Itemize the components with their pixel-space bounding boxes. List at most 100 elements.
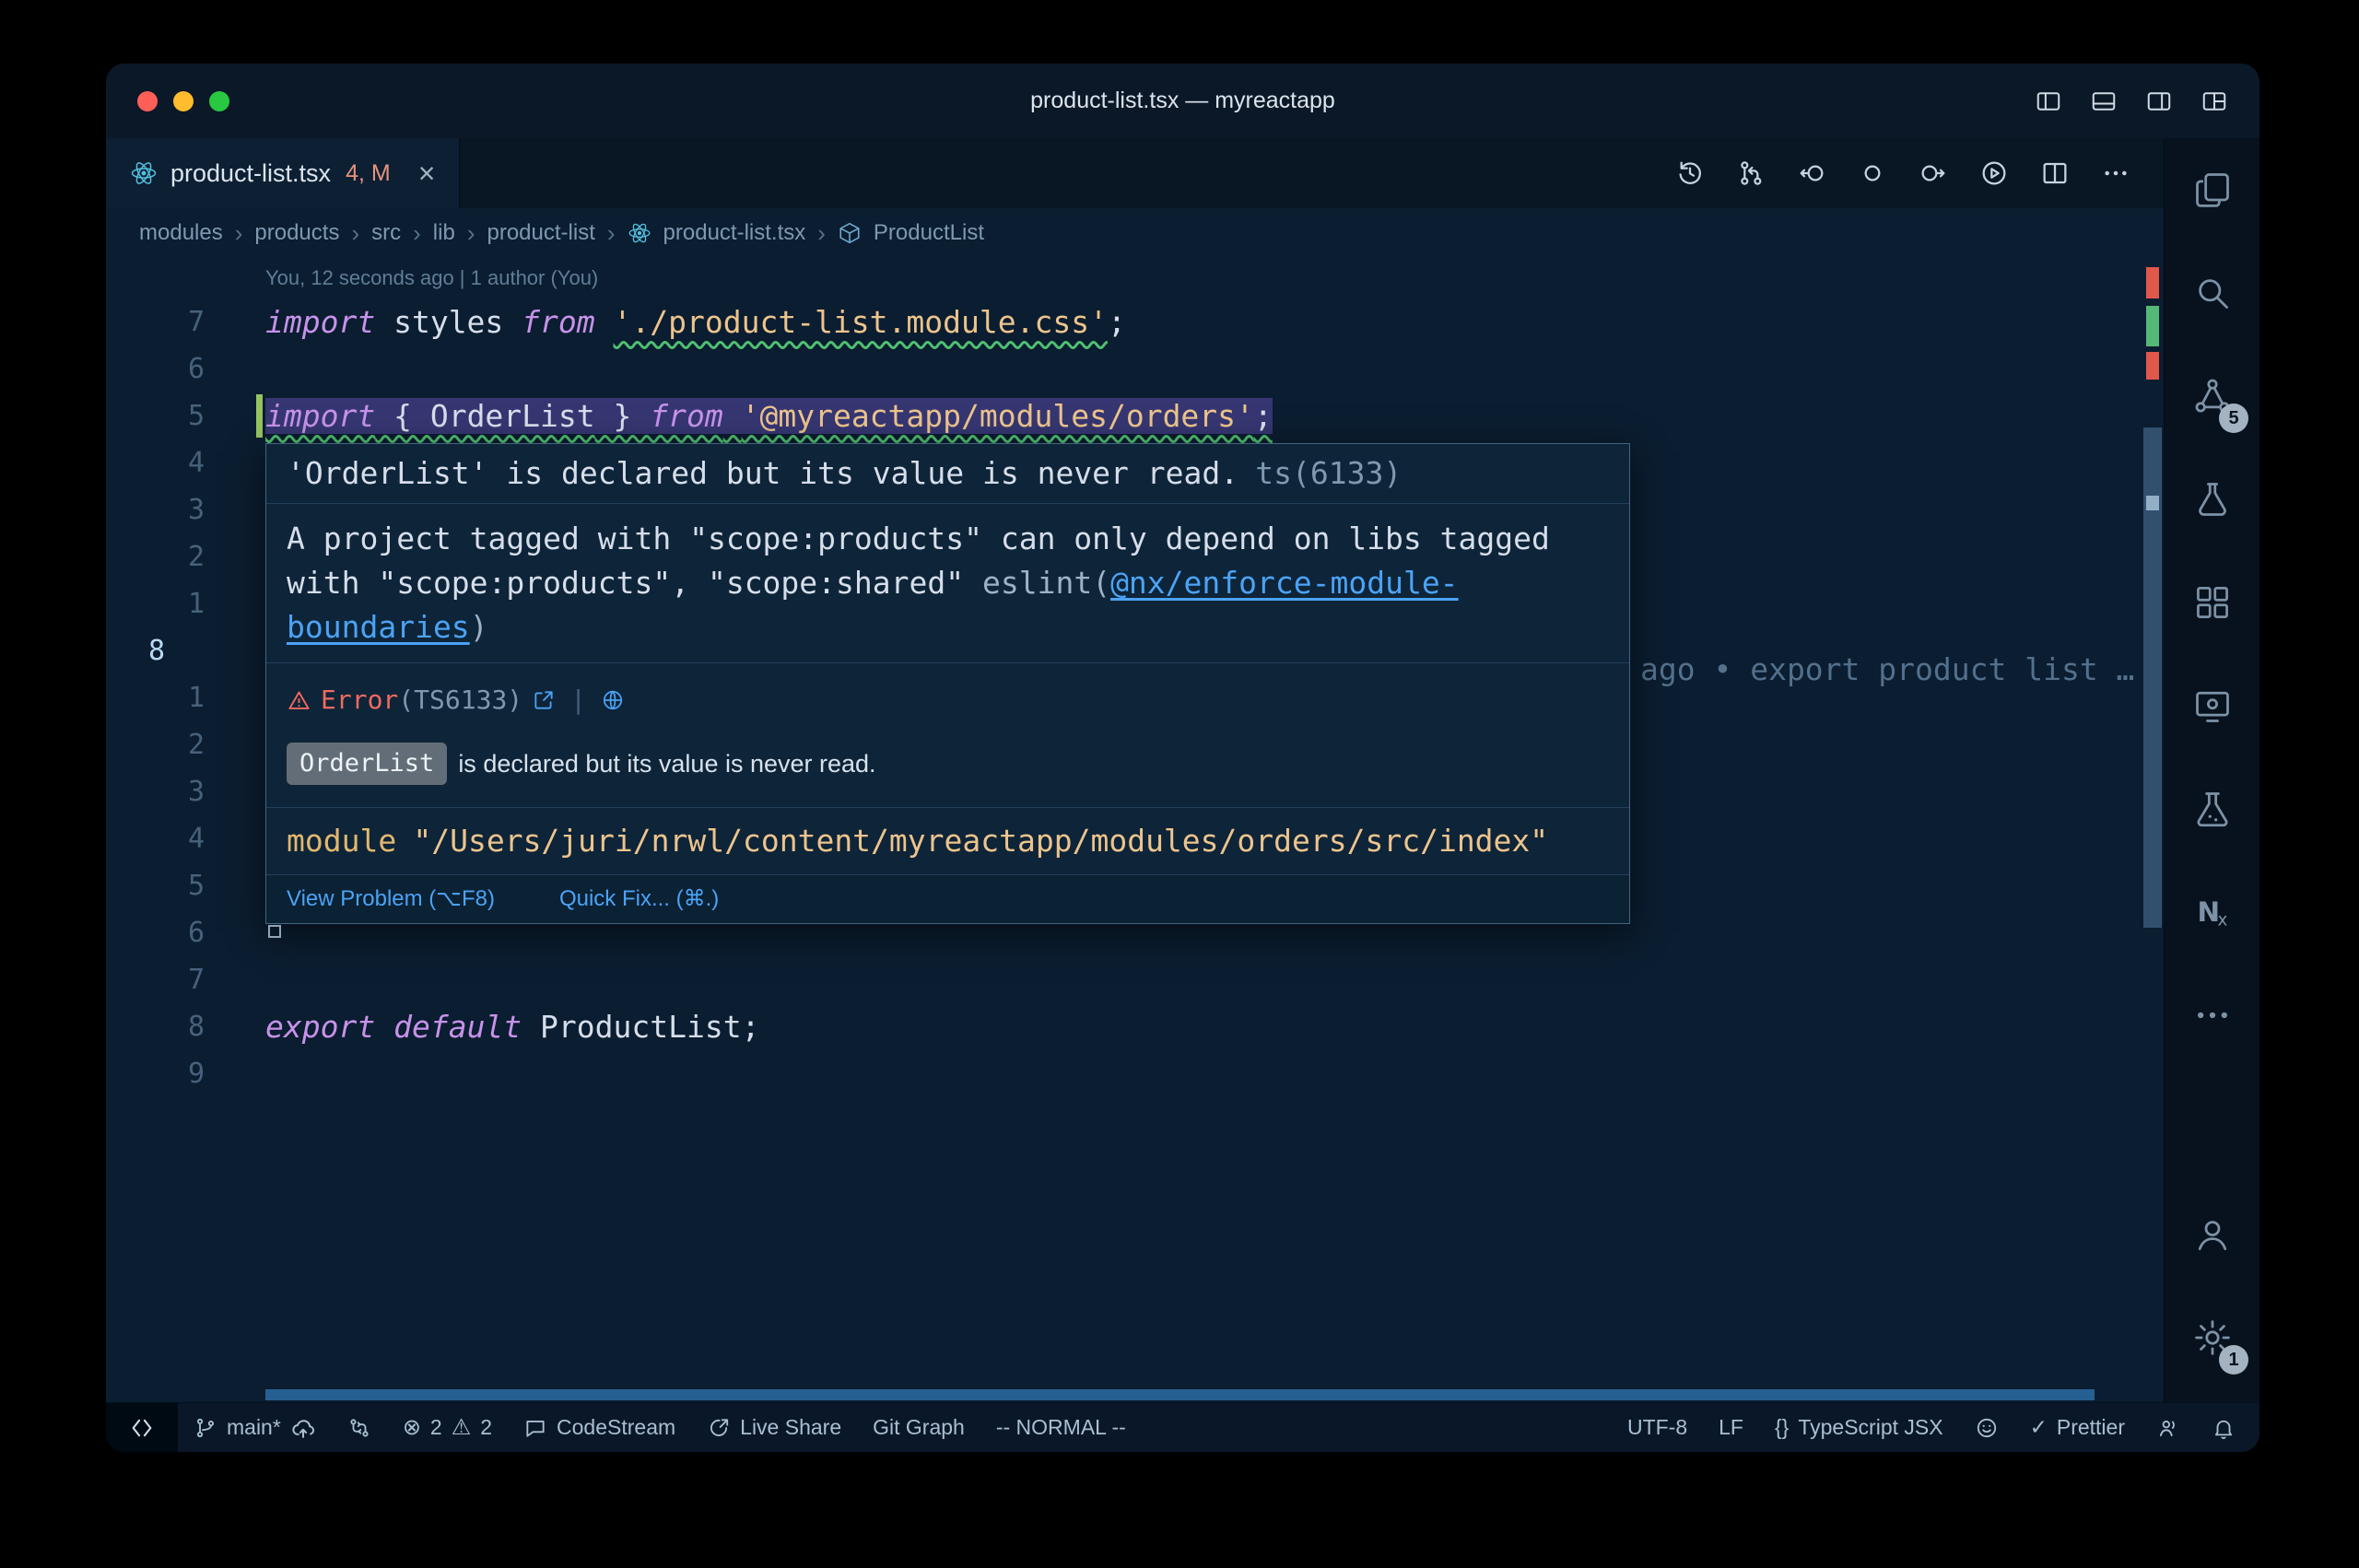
prettier-status[interactable]: ✓ Prettier [2014,1403,2141,1452]
line-number[interactable]: 3 [106,494,265,526]
remote-icon [129,1415,155,1441]
breadcrumb-item[interactable]: ProductList [874,220,984,246]
toggle-secondary-sidebar-icon[interactable] [2145,88,2173,115]
tab-product-list[interactable]: product-list.tsx 4, M × [106,138,460,208]
split-editor-icon[interactable] [2040,158,2070,188]
react-file-icon [628,221,651,245]
activity-search[interactable] [2165,241,2259,345]
activity-graph[interactable]: 5 [2165,345,2259,448]
line-number[interactable]: 2 [106,541,265,573]
codelens-blame[interactable]: You, 12 seconds ago | 1 author (You) [106,258,2164,298]
line-number[interactable]: 3 [106,776,265,808]
language-status[interactable]: {} TypeScript JSX [1759,1403,1959,1452]
zoom-button[interactable] [209,91,229,111]
activity-more[interactable] [2165,964,2259,1067]
chevron-right-icon: › [467,219,475,248]
breadcrumb-item[interactable]: modules [139,220,223,246]
horizontal-scrollbar[interactable] [265,1389,2095,1400]
history-icon[interactable] [1675,158,1705,188]
activity-extensions[interactable] [2165,551,2259,654]
encoding-label: UTF-8 [1627,1415,1687,1440]
toggle-primary-sidebar-icon[interactable] [2035,88,2062,115]
cursor-marker [2146,496,2159,510]
notifications[interactable] [2196,1403,2259,1452]
globe-icon[interactable] [601,688,625,712]
encoding-status[interactable]: UTF-8 [1612,1403,1703,1452]
git-graph-status[interactable]: Git Graph [857,1403,980,1452]
remote-indicator[interactable] [106,1403,178,1452]
customize-layout-icon[interactable] [2201,88,2228,115]
check-icon: ✓ [2030,1415,2048,1440]
code-line[interactable]: 7 [106,956,2164,1003]
toggle-panel-icon[interactable] [2090,88,2118,115]
line-number[interactable]: 8 [106,1011,265,1043]
activity-nx-console[interactable]: Nx [2165,860,2259,964]
code-line[interactable]: 8export default ProductList; [106,1003,2164,1050]
line-number[interactable]: 7 [106,306,265,338]
eol-status[interactable]: LF [1703,1403,1759,1452]
line-number[interactable]: 1 [106,682,265,714]
code-line[interactable]: 9 [106,1050,2164,1097]
activity-accounts[interactable] [2165,1183,2259,1286]
code-line[interactable]: 5import { OrderList } from '@myreactapp/… [106,392,2164,439]
test-beaker-icon [2192,479,2233,520]
view-problem-action[interactable]: View Problem (⌥F8) [287,884,495,914]
record-icon[interactable] [1858,158,1887,188]
git-modified-indicator [256,394,263,438]
navigate-back-icon[interactable] [1797,158,1826,188]
close-button[interactable] [137,91,158,111]
line-number[interactable]: 5 [106,400,265,432]
activity-remote-explorer[interactable] [2165,654,2259,757]
person-broadcast-icon [2156,1416,2180,1440]
activity-explorer[interactable] [2165,138,2259,241]
activity-lab[interactable] [2165,757,2259,860]
compare-status[interactable] [332,1403,387,1452]
breadcrumb-item[interactable]: products [254,220,339,246]
presence-status[interactable] [2141,1403,2196,1452]
breadcrumb-item[interactable]: product-list [487,220,594,246]
navigate-forward-icon[interactable] [1919,158,1948,188]
hover-resize-grip[interactable] [268,925,281,938]
activity-testing[interactable] [2165,448,2259,551]
overview-ruler [2142,258,2164,1402]
eol-label: LF [1719,1415,1743,1440]
hover-error-detail: Error(TS6133) | OrderList is declared bu… [266,662,1629,807]
warnings-icon: ⚠ [452,1414,472,1441]
more-actions-icon[interactable] [2101,158,2130,188]
chevron-right-icon: › [235,219,243,248]
live-share-status[interactable]: Live Share [691,1403,857,1452]
minimize-button[interactable] [173,91,194,111]
quick-fix-action[interactable]: Quick Fix... (⌘.) [559,884,719,914]
breadcrumb-item[interactable]: src [371,220,401,246]
line-number[interactable]: 1 [106,588,265,620]
line-number[interactable]: 6 [106,353,265,385]
breadcrumb-item[interactable]: lib [433,220,455,246]
line-number[interactable]: 9 [106,1058,265,1090]
problems-status[interactable]: ⊗ 2 ⚠ 2 [387,1403,508,1452]
settings-badge: 1 [2219,1345,2248,1375]
code-line[interactable]: 6 [106,345,2164,392]
code-line[interactable]: 7import styles from './product-list.modu… [106,298,2164,345]
feedback-smiley[interactable] [1959,1403,2014,1452]
line-number[interactable]: 6 [106,917,265,949]
pull-request-icon[interactable] [1736,158,1766,188]
line-number[interactable]: 5 [106,870,265,902]
line-number[interactable]: 4 [106,823,265,855]
editor-actions [1675,138,2164,208]
branch-status[interactable]: main* [178,1403,332,1452]
codestream-status[interactable]: CodeStream [508,1403,691,1452]
hover-diagnostic-eslint: A project tagged with "scope:products" c… [266,503,1629,662]
svg-text:N: N [2197,896,2220,928]
line-number[interactable]: 2 [106,729,265,761]
breadcrumb-item[interactable]: product-list.tsx [663,220,806,246]
git-compare-icon [347,1416,371,1440]
run-icon[interactable] [1979,158,2009,188]
activity-settings[interactable]: 1 [2165,1286,2259,1389]
line-number[interactable]: 4 [106,447,265,479]
line-number[interactable]: 8 [106,635,265,667]
tab-close-icon[interactable]: × [418,158,436,188]
line-number[interactable]: 7 [106,964,265,996]
open-external-icon[interactable] [532,688,556,712]
code-editor[interactable]: You, 12 seconds ago | 1 author (You) 7im… [106,258,2164,1402]
errors-icon: ⊗ [403,1414,421,1441]
